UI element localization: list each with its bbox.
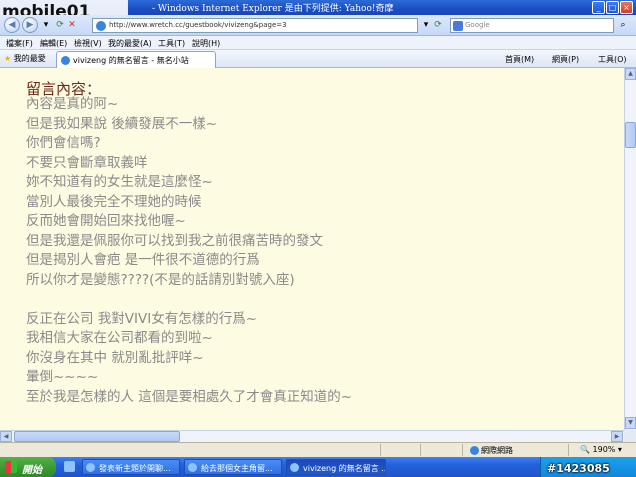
start-button[interactable]: 開始 bbox=[0, 457, 56, 477]
message-line: 至於我是怎樣的人 這個是要相處久了才會真正知道的~ bbox=[26, 388, 353, 405]
scroll-down-icon[interactable]: ▼ bbox=[625, 417, 636, 429]
task-label: 發表新主題於開聊... bbox=[99, 464, 171, 473]
history-dropdown-icon[interactable]: ▾ bbox=[40, 19, 52, 32]
home-button[interactable]: 首頁(M) bbox=[505, 54, 534, 65]
minimize-button[interactable]: _ bbox=[592, 1, 605, 14]
tab-title: vivizeng 的無名留言 - 無名小站 bbox=[73, 56, 189, 65]
title-bar: mobile01 - Windows Internet Explorer 是由下… bbox=[0, 0, 636, 22]
menu-favorites[interactable]: 我的最愛(A) bbox=[108, 38, 152, 49]
message-line: 當別人最後完全不理她的時候 bbox=[26, 193, 202, 210]
message-line: 不要只會斷章取義咩 bbox=[26, 154, 148, 171]
star-icon: ★ bbox=[4, 54, 12, 63]
status-divider bbox=[420, 444, 421, 456]
favorites-bar: ★ 我的最愛 vivizeng 的無名留言 - 無名小站 首頁(M) 網頁(P)… bbox=[0, 50, 636, 68]
taskbar-item[interactable]: 發表新主題於開聊... bbox=[82, 459, 180, 475]
message-line: 所以你才是變態????(不是的話請別對號入座) bbox=[26, 271, 295, 288]
windows-logo-icon bbox=[5, 461, 17, 473]
address-input[interactable]: http://www.wretch.cc/guestbook/vivizeng&… bbox=[92, 18, 418, 33]
menu-help[interactable]: 說明(H) bbox=[192, 38, 220, 49]
page-content: 留言內容： 內容是真的阿~ 但是我如果說 後續發展不一樣~ 你們會信嗎? 不要只… bbox=[0, 68, 624, 430]
search-button-icon[interactable]: ⌕ bbox=[617, 19, 629, 32]
horizontal-scrollbar[interactable]: ◀ ▶ bbox=[0, 430, 624, 442]
message-line: 你們會信嗎? bbox=[26, 135, 101, 151]
watermark-id: #1423085 bbox=[547, 462, 610, 475]
task-icon bbox=[188, 463, 197, 472]
message-line: 內容是真的阿~ bbox=[26, 96, 119, 112]
vertical-scrollbar[interactable]: ▲ ▼ bbox=[624, 68, 636, 430]
status-divider bbox=[380, 444, 381, 456]
address-toolbar: ◀ ▶ ▾ ⟳ ✕ http://www.wretch.cc/guestbook… bbox=[0, 15, 636, 36]
zoom-value: 190% bbox=[592, 445, 616, 454]
message-line: 暈倒~~~~ bbox=[26, 369, 99, 385]
menu-file[interactable]: 檔案(F) bbox=[6, 38, 33, 49]
menu-edit[interactable]: 編輯(E) bbox=[40, 38, 67, 49]
scroll-right-icon[interactable]: ▶ bbox=[611, 431, 623, 442]
address-dropdown-icon[interactable]: ▾ bbox=[420, 19, 432, 32]
vertical-scroll-thumb[interactable] bbox=[625, 122, 636, 148]
status-bar: 網際網路 🔍 190% ▾ bbox=[0, 442, 636, 457]
task-icon bbox=[290, 463, 299, 472]
message-line: 反而她會開始回來找他喔~ bbox=[26, 213, 186, 229]
ie-page-icon bbox=[96, 21, 106, 31]
taskbar: 開始 發表新主題於開聊... 給去那個女主角留... vivizeng 的無名留… bbox=[0, 457, 636, 477]
menu-view[interactable]: 檢視(V) bbox=[74, 38, 102, 49]
taskbar-item-active[interactable]: vivizeng 的無名留言 ... bbox=[286, 459, 386, 475]
search-placeholder: Google bbox=[465, 21, 490, 29]
tools-button[interactable]: 工具(O) bbox=[598, 54, 627, 65]
close-button[interactable]: × bbox=[620, 1, 633, 14]
security-zone: 網際網路 bbox=[470, 445, 513, 456]
status-divider bbox=[568, 444, 569, 456]
quicklaunch-ie-icon[interactable] bbox=[64, 461, 75, 472]
tab-page-icon bbox=[61, 56, 70, 65]
task-label: 給去那個女主角留... bbox=[201, 464, 273, 473]
back-button[interactable]: ◀ bbox=[4, 17, 20, 33]
search-input[interactable]: Google bbox=[450, 18, 614, 33]
refresh-icon[interactable]: ⟳ bbox=[54, 19, 66, 32]
message-line: 但是我還是佩服你可以找到我之前很痛苦時的發文 bbox=[26, 232, 323, 249]
message-line: 但是揭別人會疤 是一件很不道德的行爲 bbox=[26, 252, 260, 268]
zone-label: 網際網路 bbox=[481, 446, 513, 455]
favorites-button[interactable]: ★ 我的最愛 bbox=[4, 53, 46, 64]
scroll-left-icon[interactable]: ◀ bbox=[0, 431, 12, 442]
browser-tab[interactable]: vivizeng 的無名留言 - 無名小站 bbox=[56, 51, 216, 68]
page-button[interactable]: 網頁(P) bbox=[552, 54, 579, 65]
stop-icon[interactable]: ✕ bbox=[66, 19, 78, 32]
task-icon bbox=[86, 463, 95, 472]
forward-button[interactable]: ▶ bbox=[22, 17, 38, 33]
google-icon bbox=[453, 21, 463, 31]
zoom-icon: 🔍 bbox=[580, 445, 590, 454]
message-line: 妳不知道有的女生就是這麼怪~ bbox=[26, 174, 213, 190]
zoom-level[interactable]: 🔍 190% ▾ bbox=[580, 445, 622, 454]
scroll-up-icon[interactable]: ▲ bbox=[625, 68, 636, 80]
favorites-label: 我的最愛 bbox=[13, 54, 46, 63]
menu-tools[interactable]: 工具(T) bbox=[158, 38, 185, 49]
horizontal-scroll-thumb[interactable] bbox=[14, 431, 180, 442]
window-title: - Windows Internet Explorer 是由下列提供: Yaho… bbox=[152, 4, 394, 14]
start-label: 開始 bbox=[22, 465, 42, 476]
go-refresh-icon[interactable]: ⟳ bbox=[432, 19, 444, 32]
status-divider bbox=[462, 444, 463, 456]
taskbar-item[interactable]: 給去那個女主角留... bbox=[184, 459, 282, 475]
scrollbar-corner bbox=[624, 430, 636, 442]
address-url: http://www.wretch.cc/guestbook/vivizeng&… bbox=[109, 21, 287, 29]
maximize-button[interactable]: □ bbox=[606, 1, 619, 14]
message-line: 你沒身在其中 就別亂批評咩~ bbox=[26, 349, 204, 366]
globe-icon bbox=[470, 446, 479, 455]
task-label: vivizeng 的無名留言 ... bbox=[303, 464, 386, 473]
message-body: 內容是真的阿~ 但是我如果說 後續發展不一樣~ 你們會信嗎? 不要只會斷章取義咩… bbox=[26, 95, 352, 407]
menu-bar: 檔案(F) 編輯(E) 檢視(V) 我的最愛(A) 工具(T) 說明(H) bbox=[0, 36, 636, 50]
message-line: 但是我如果說 後續發展不一樣~ bbox=[26, 115, 218, 132]
message-line: 反正在公司 我對VIVI女有怎樣的行爲~ bbox=[26, 310, 258, 327]
message-line: 我相信大家在公司都看的到啦~ bbox=[26, 330, 213, 346]
